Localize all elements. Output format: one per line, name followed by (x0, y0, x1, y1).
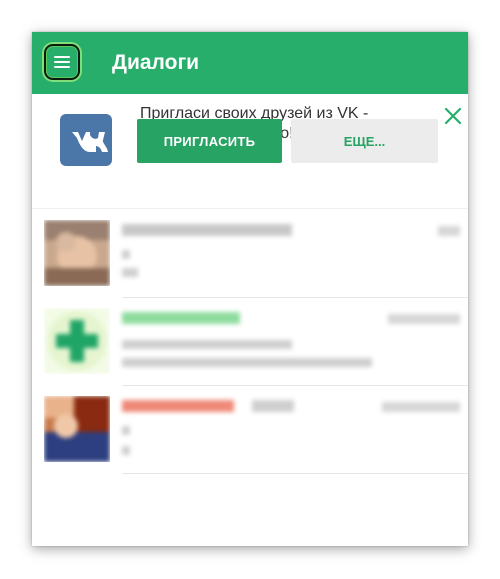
divider (32, 208, 468, 209)
contact-name-blurred (122, 312, 240, 324)
message-time-blurred (438, 226, 460, 236)
contact-name-blurred (122, 400, 234, 412)
dialog-item[interactable] (32, 210, 468, 298)
user-avatar-photo (44, 220, 110, 286)
phone-screen: Диалоги Пригласи своих друзей из VK - бе… (32, 32, 468, 546)
dialog-item[interactable] (32, 386, 468, 474)
message-preview-blurred (122, 340, 292, 349)
message-preview-blurred (122, 250, 130, 259)
divider (122, 473, 468, 474)
invite-button[interactable]: ПРИГЛАСИТЬ (137, 119, 282, 163)
contact-name-blurred (252, 400, 294, 412)
message-preview-blurred (122, 268, 138, 277)
more-button[interactable]: ЕЩЕ... (291, 119, 438, 163)
page-title: Диалоги (112, 51, 200, 74)
message-preview-blurred (122, 426, 130, 435)
green-cross-avatar (44, 308, 110, 374)
avatar (44, 220, 110, 286)
vk-logo-glyph (72, 132, 108, 152)
message-time-blurred (388, 314, 460, 324)
app-bar: Диалоги (32, 32, 468, 94)
message-preview-blurred (122, 446, 130, 455)
avatar (44, 308, 110, 374)
message-time-blurred (382, 402, 460, 412)
close-icon[interactable] (443, 106, 463, 126)
vk-logo-icon (60, 114, 112, 166)
avatar (44, 396, 110, 462)
dialog-item[interactable] (32, 298, 468, 386)
contact-name-blurred (122, 224, 292, 236)
user-avatar-photo (44, 396, 110, 462)
hamburger-menu-icon[interactable] (44, 44, 80, 80)
message-preview-blurred (122, 358, 372, 367)
